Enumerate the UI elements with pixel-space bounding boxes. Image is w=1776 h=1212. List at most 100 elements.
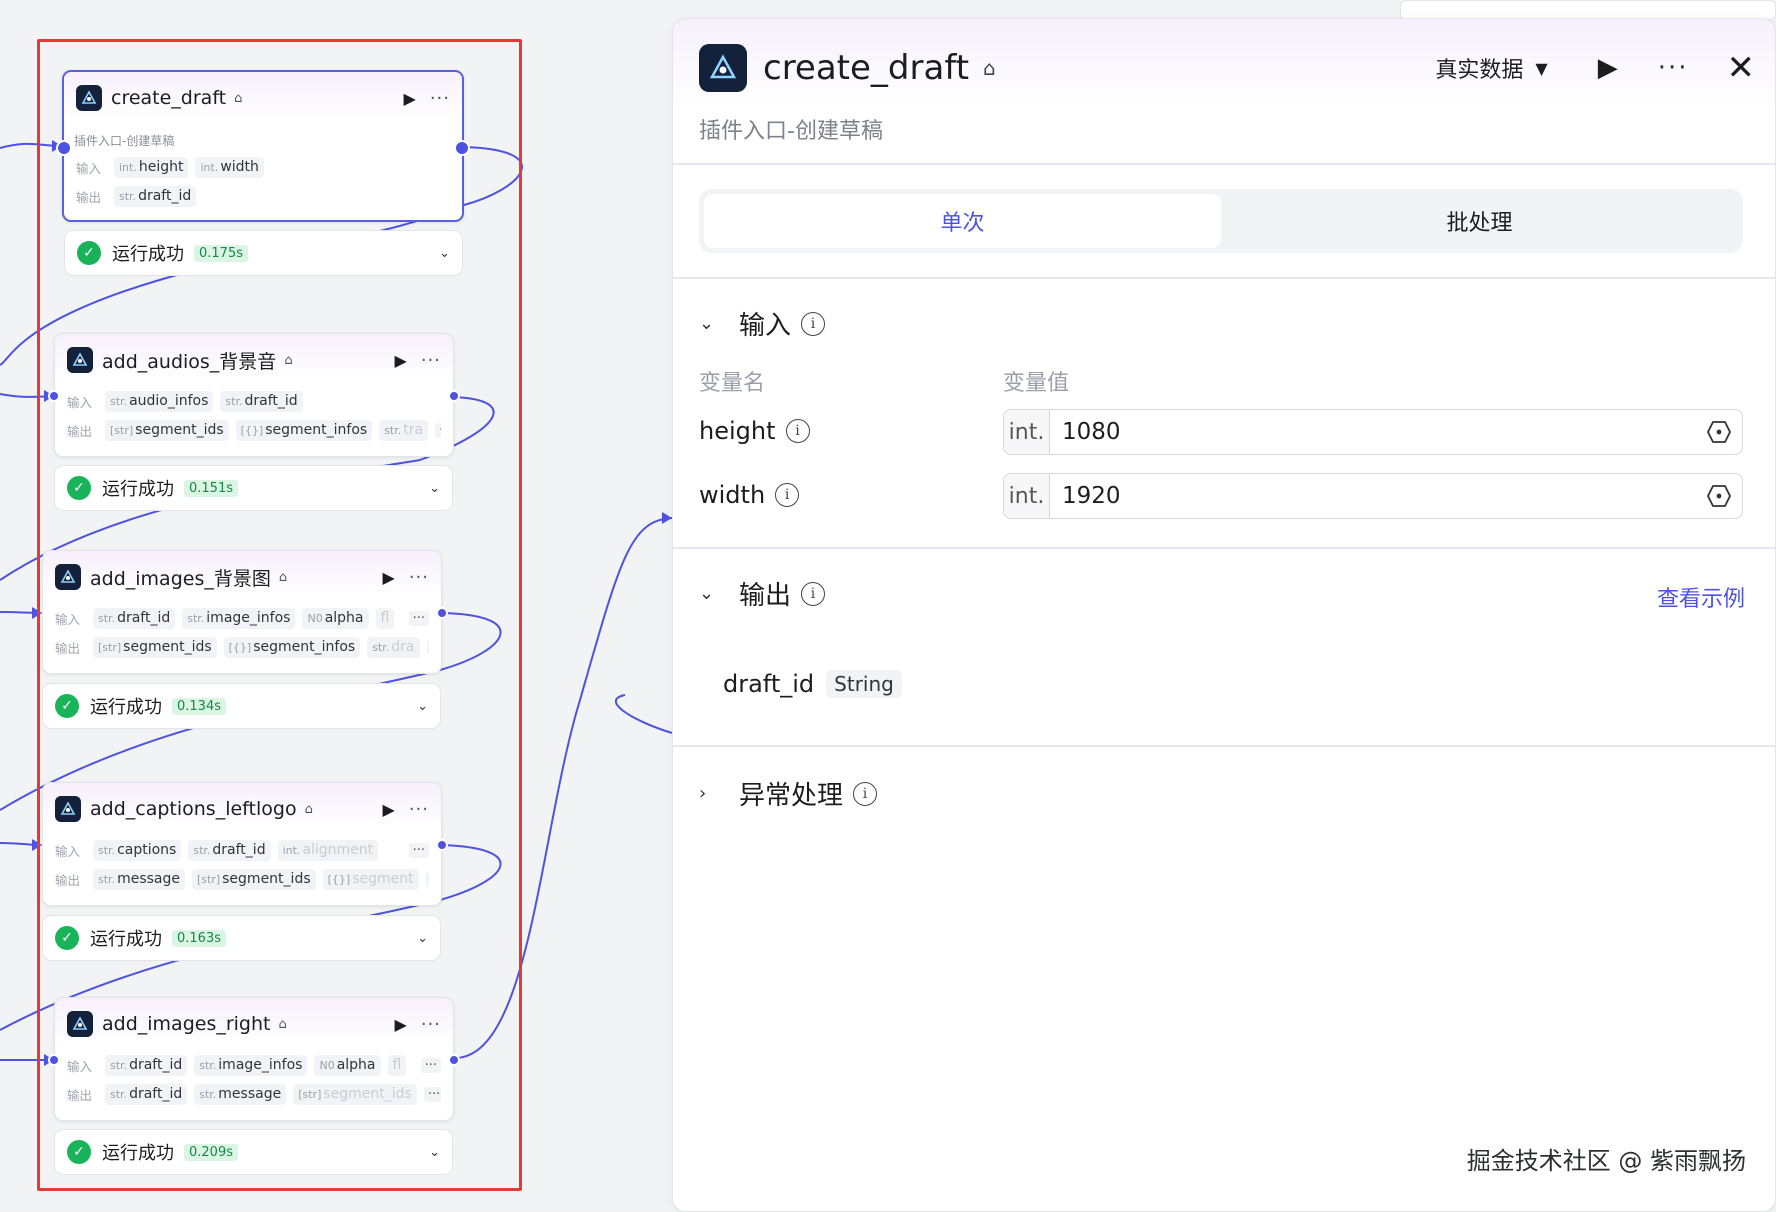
panel-subtitle: 插件入口-创建草稿 (699, 119, 883, 144)
node-more-button[interactable]: ··· (421, 1014, 441, 1035)
param-tag: str. captions (93, 839, 182, 861)
success-check-icon: ✓ (67, 1140, 91, 1164)
chevron-down-icon[interactable]: ⌄ (417, 699, 428, 714)
output-port[interactable] (436, 839, 448, 851)
info-icon[interactable]: i (785, 419, 810, 443)
chevron-down-icon[interactable]: ⌄ (439, 246, 450, 261)
plugin-badge-icon: ⌂ (278, 569, 288, 585)
caret-down-icon: ▼ (1535, 58, 1548, 78)
plugin-badge-icon: ⌂ (234, 90, 243, 106)
edge (614, 694, 673, 734)
col-var-name: 变量名 (699, 371, 766, 396)
panel-title: create_draft (763, 48, 970, 88)
offscreen-node-stub (1400, 0, 1776, 20)
node-create-draft[interactable]: create_draft ⌂ ▶ ··· 插件入口-创建草稿 输入 int. he… (56, 70, 470, 222)
run-status-bar[interactable]: ✓ 运行成功 0.209s ⌄ (54, 1129, 453, 1175)
node-description: 插件入口-创建草稿 (74, 134, 175, 148)
param-tag: int. width (195, 156, 264, 178)
info-icon[interactable]: i (801, 581, 826, 606)
data-source-select[interactable]: 真实数据 ▼ (1435, 52, 1547, 84)
run-status-bar[interactable]: ✓ 运行成功 0.163s ⌄ (42, 915, 441, 961)
type-badge: String (826, 670, 902, 698)
param-tag: [{}] segment_infos (235, 419, 373, 441)
chevron-down-icon: ⌄ (699, 583, 715, 604)
param-tag: [{}] segment_infos (223, 636, 361, 658)
param-tag: [str] segment_ids (105, 419, 229, 441)
run-time-badge: 0.209s (184, 1143, 238, 1161)
more-params-button[interactable]: ··· (426, 639, 429, 655)
chevron-down-icon[interactable]: ⌄ (417, 931, 428, 946)
param-tag: str. message (194, 1083, 287, 1105)
chevron-right-icon: › (699, 783, 707, 804)
height-field[interactable]: int. 1080 (1003, 409, 1743, 455)
width-field[interactable]: int. 1920 (1003, 473, 1743, 519)
more-params-button[interactable]: ··· (408, 842, 429, 858)
run-node-button[interactable]: ▶ (383, 568, 395, 587)
input-section-header[interactable]: ⌄ 输入 i (699, 305, 826, 342)
variable-ref-icon[interactable] (1706, 419, 1732, 445)
run-status-bar[interactable]: ✓ 运行成功 0.175s ⌄ (64, 230, 463, 276)
param-tag: str. draft_id (220, 390, 303, 412)
param-tag: str. draft_id (114, 185, 197, 207)
more-params-button[interactable]: ··· (408, 610, 429, 626)
run-node-button[interactable]: ▶ (404, 89, 416, 108)
more-menu-button[interactable]: ··· (1658, 53, 1689, 83)
info-icon[interactable]: i (801, 311, 826, 336)
run-time-badge: 0.163s (172, 929, 226, 947)
width-value[interactable]: 1920 (1062, 483, 1706, 509)
run-status-bar[interactable]: ✓ 运行成功 0.151s ⌄ (54, 465, 453, 511)
node-detail-panel: create_draft ⌂ 真实数据 ▼ ▶ ··· ✕ 插件入口-创建草稿 单… (672, 18, 1776, 1212)
run-node-button[interactable]: ▶ (383, 800, 395, 819)
more-params-button[interactable]: ··· (435, 422, 441, 438)
run-status-bar[interactable]: ✓ 运行成功 0.134s ⌄ (42, 683, 441, 729)
node-add-images-right[interactable]: add_images_right ⌂ ▶ ··· 输入 str. draft_id… (48, 997, 460, 1121)
chevron-down-icon[interactable]: ⌄ (429, 481, 440, 496)
run-button[interactable]: ▶ (1598, 53, 1618, 83)
success-check-icon: ✓ (67, 476, 91, 500)
param-tag: [{}] segment (322, 868, 419, 890)
node-title: add_audios_背景音 (102, 350, 277, 373)
tab-single[interactable]: 单次 (704, 194, 1221, 248)
variable-ref-icon[interactable] (1706, 483, 1732, 509)
node-more-button[interactable]: ··· (409, 799, 429, 820)
workflow-canvas[interactable]: create_draft ⌂ ▶ ··· 插件入口-创建草稿 输入 int. he… (0, 0, 1776, 1212)
node-add-images-bg[interactable]: add_images_背景图 ⌂ ▶ ··· 输入 str. draft_id s… (42, 550, 448, 674)
node-more-button[interactable]: ··· (421, 350, 441, 371)
input-port[interactable] (48, 1054, 60, 1066)
output-section-header[interactable]: ⌄ 输出 i (699, 575, 826, 612)
run-time-badge: 0.175s (194, 244, 248, 262)
output-port[interactable] (448, 390, 460, 402)
chevron-down-icon[interactable]: ⌄ (429, 1145, 440, 1160)
output-port[interactable] (436, 607, 448, 619)
node-add-audios[interactable]: add_audios_背景音 ⌂ ▶ ··· 输入 str. audio_info… (48, 333, 460, 457)
param-tag: str. audio_infos (105, 390, 214, 412)
output-variable: draft_id String (723, 670, 902, 698)
more-params-button[interactable]: ··· (425, 871, 429, 887)
run-node-button[interactable]: ▶ (395, 351, 407, 370)
divider (673, 163, 1775, 165)
tab-batch[interactable]: 批处理 (1221, 194, 1738, 248)
param-tag: str. draft_id (93, 607, 176, 629)
close-icon[interactable]: ✕ (1727, 48, 1756, 88)
more-params-button[interactable]: ··· (423, 1086, 441, 1102)
output-port[interactable] (454, 140, 470, 156)
info-icon[interactable]: i (853, 781, 878, 806)
more-params-button[interactable]: ··· (420, 1057, 441, 1073)
node-more-button[interactable]: ··· (409, 567, 429, 588)
node-outputs-row: 输出 [str] segment_ids [{}] segment_infos st… (55, 636, 429, 658)
height-value[interactable]: 1080 (1062, 419, 1706, 445)
info-icon[interactable]: i (775, 483, 800, 507)
node-outputs-row: 输出 str. draft_id str. message [str] segment… (67, 1083, 441, 1105)
success-check-icon: ✓ (77, 241, 101, 265)
divider (673, 745, 1775, 747)
output-port[interactable] (448, 1054, 460, 1066)
input-port[interactable] (56, 140, 72, 156)
error-section-header[interactable]: › 异常处理 i (699, 775, 878, 812)
input-port[interactable] (48, 390, 60, 402)
node-more-button[interactable]: ··· (430, 88, 450, 109)
run-node-button[interactable]: ▶ (395, 1015, 407, 1034)
view-example-link[interactable]: 查看示例 (1657, 581, 1745, 613)
node-add-captions[interactable]: add_captions_leftlogo ⌂ ▶ ··· 输入 str. cap… (42, 782, 448, 906)
plugin-badge-icon: ⌂ (284, 352, 293, 368)
plugin-logo-icon (699, 44, 747, 92)
